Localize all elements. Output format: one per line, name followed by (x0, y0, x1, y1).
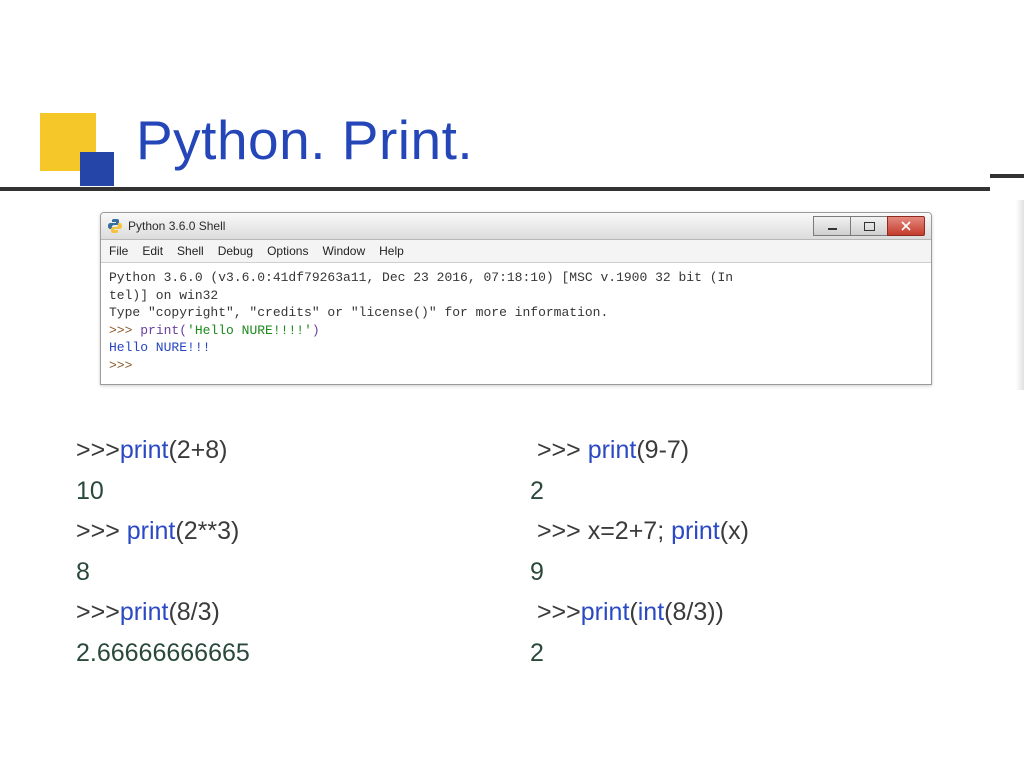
example-result: 9 (530, 552, 984, 593)
divider-main (0, 187, 990, 191)
example-result: 2 (530, 471, 984, 512)
divider-side (990, 174, 1024, 178)
window-buttons (814, 216, 925, 236)
example-line: >>> print(2**3) (76, 511, 530, 552)
code-column-right: >>> print(9-7) 2 >>> x=2+7; print(x) 9 >… (530, 430, 984, 673)
edge-shadow (1016, 200, 1024, 390)
shell-string-arg: 'Hello NURE!!!!' (187, 323, 312, 338)
minimize-button[interactable] (813, 216, 851, 236)
example-line: >>> x=2+7; print(x) (530, 511, 984, 552)
python-shell-window: Python 3.6.0 Shell File Edit Shell Debug… (100, 212, 932, 385)
example-result: 2.66666666665 (76, 633, 530, 674)
menu-file[interactable]: File (109, 244, 128, 258)
shell-banner-line: tel)] on win32 (109, 287, 923, 305)
menu-shell[interactable]: Shell (177, 244, 204, 258)
accent-square-blue (80, 152, 114, 186)
shell-prompt: >>> (109, 323, 132, 338)
slide-title: Python. Print. (136, 108, 473, 172)
shell-input-line: >>> print('Hello NURE!!!!') (109, 322, 923, 340)
python-icon (107, 218, 123, 234)
menu-window[interactable]: Window (322, 244, 365, 258)
menu-options[interactable]: Options (267, 244, 308, 258)
example-line: >>> print(9-7) (530, 430, 984, 471)
example-result: 8 (76, 552, 530, 593)
shell-banner-line: Type "copyright", "credits" or "license(… (109, 304, 923, 322)
shell-output-line: Hello NURE!!! (109, 339, 923, 357)
shell-banner-line: Python 3.6.0 (v3.6.0:41df79263a11, Dec 2… (109, 269, 923, 287)
menu-debug[interactable]: Debug (218, 244, 253, 258)
close-button[interactable] (887, 216, 925, 236)
example-line: >>>print(int(8/3)) (530, 592, 984, 633)
menu-edit[interactable]: Edit (142, 244, 163, 258)
shell-prompt-line: >>> (109, 357, 923, 375)
menu-bar: File Edit Shell Debug Options Window Hel… (101, 240, 931, 263)
example-result: 2 (530, 633, 984, 674)
shell-call: print (140, 323, 179, 338)
close-icon (901, 221, 911, 231)
shell-output-area[interactable]: Python 3.6.0 (v3.6.0:41df79263a11, Dec 2… (101, 263, 931, 384)
example-line: >>>print(2+8) (76, 430, 530, 471)
example-result: 10 (76, 471, 530, 512)
example-line: >>>print(8/3) (76, 592, 530, 633)
code-column-left: >>>print(2+8) 10 >>> print(2**3) 8 >>>pr… (76, 430, 530, 673)
menu-help[interactable]: Help (379, 244, 404, 258)
maximize-button[interactable] (850, 216, 888, 236)
window-title: Python 3.6.0 Shell (128, 219, 814, 233)
window-titlebar: Python 3.6.0 Shell (101, 213, 931, 240)
code-examples: >>>print(2+8) 10 >>> print(2**3) 8 >>>pr… (76, 430, 984, 673)
